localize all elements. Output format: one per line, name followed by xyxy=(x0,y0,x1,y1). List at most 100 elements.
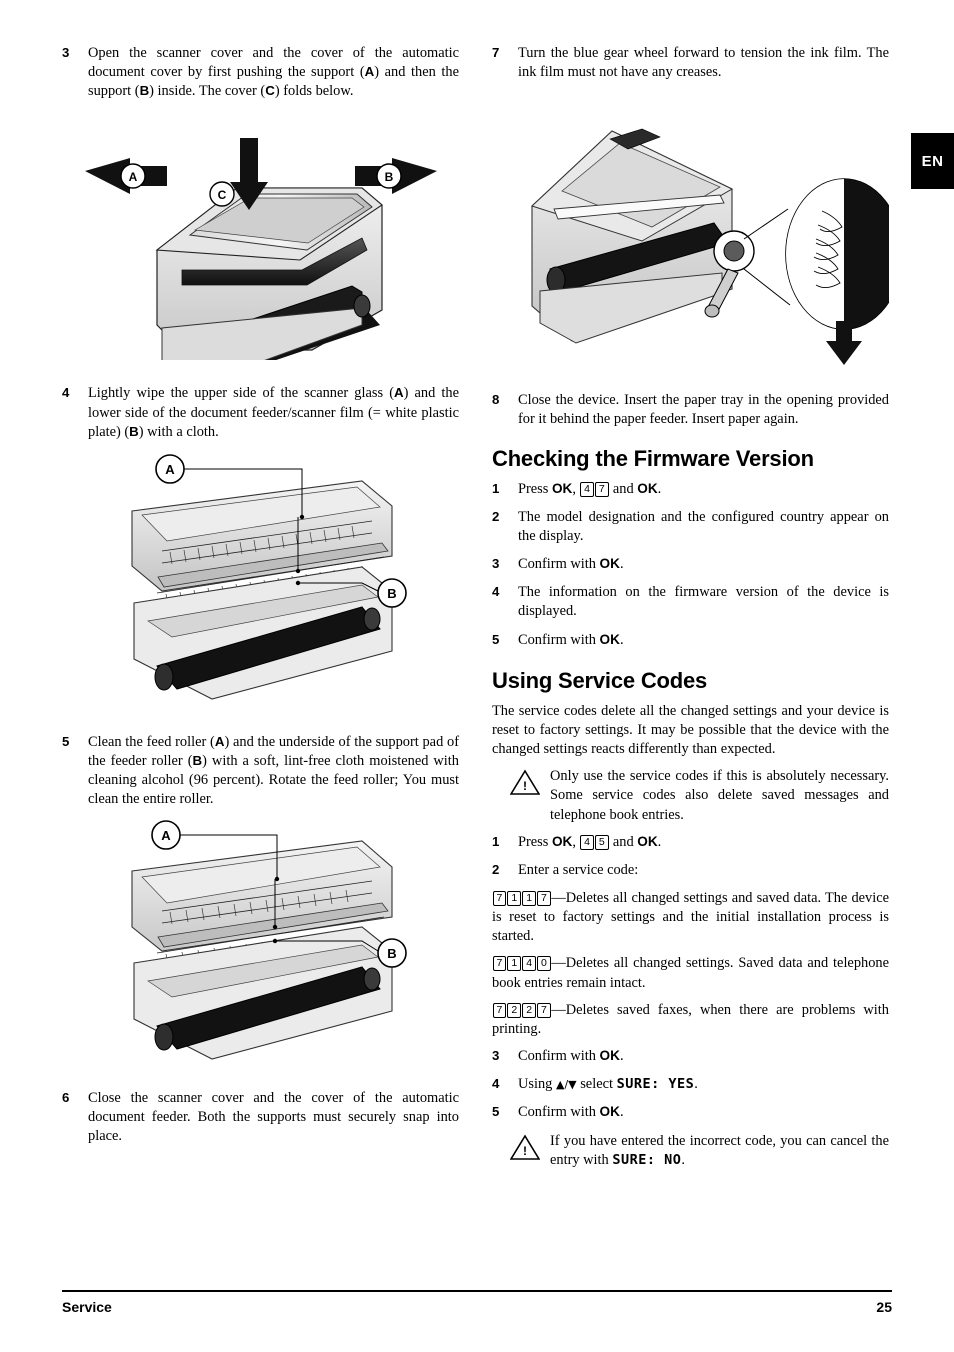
display-sure-yes: SURE: YES xyxy=(616,1076,695,1093)
ok-key-label: OK xyxy=(551,833,573,849)
firmware-step-2-text: The model designation and the configured… xyxy=(518,508,889,544)
ok-key-label: OK xyxy=(637,833,658,849)
key-7: 7 xyxy=(492,1002,507,1018)
step-4-number: 4 xyxy=(62,385,70,401)
firmware-step-4: 4 The information on the firmware versio… xyxy=(492,583,889,621)
ok-key-label: OK xyxy=(637,480,658,496)
label-ref-b: B xyxy=(129,423,139,439)
key-1: 1 xyxy=(507,956,522,972)
service-step-4-number: 4 xyxy=(492,1076,500,1092)
key-4: 4 xyxy=(580,834,594,850)
keypad-sequence-7140: 7140 xyxy=(492,955,551,972)
firmware-step-4-text: The information on the firmware version … xyxy=(518,584,889,620)
footer-page-number: 25 xyxy=(876,1299,892,1315)
label-ref-c: C xyxy=(265,83,275,99)
key-7: 7 xyxy=(492,890,507,906)
service-code-7140-desc: —Deletes all changed settings. Saved dat… xyxy=(492,955,889,991)
warning-note-1: ! Only use the service codes if this is … xyxy=(506,767,889,824)
figure-scanner-open-abc: A B C xyxy=(85,138,437,361)
up-down-arrows-icon: ▲/▼ xyxy=(555,1078,577,1092)
step-8-number: 8 xyxy=(492,392,500,408)
svg-text:!: ! xyxy=(523,1144,527,1158)
firmware-step-5-number: 5 xyxy=(492,631,500,647)
service-codes-intro: The service codes delete all the changed… xyxy=(492,702,889,758)
warning-note-1-text: Only use the service codes if this is ab… xyxy=(550,768,889,823)
key-1: 1 xyxy=(507,890,522,906)
firmware-step-2-number: 2 xyxy=(492,508,500,524)
key-7: 7 xyxy=(537,1002,551,1018)
key-0: 0 xyxy=(537,956,551,972)
step-6-text: Close the scanner cover and the cover of… xyxy=(88,1089,459,1144)
step-3-number: 3 xyxy=(62,45,70,60)
ok-key-label: OK xyxy=(599,556,620,572)
step-5-text: Clean the feed roller (A) and the unders… xyxy=(88,733,459,808)
warning-note-2: ! If you have entered the incorrect code… xyxy=(506,1132,889,1170)
figure3-label-a: A xyxy=(129,170,138,184)
ok-key-label: OK xyxy=(599,1104,620,1120)
key-1: 1 xyxy=(522,890,537,906)
service-step-4: 4 Using ▲/▼ select SURE: YES. xyxy=(492,1075,889,1094)
key-7: 7 xyxy=(537,890,551,906)
figure5-label-a: A xyxy=(161,828,171,843)
step-3-text: Open the scanner cover and the cover of … xyxy=(88,45,459,100)
service-step-3-number: 3 xyxy=(492,1048,500,1064)
key-5: 5 xyxy=(594,834,609,850)
service-step-2: 2 Enter a service code: xyxy=(492,861,889,880)
service-code-7117-desc: —Deletes all changed settings and saved … xyxy=(492,889,889,945)
firmware-step-1: 1 Press OK, 47 and OK. xyxy=(492,480,889,499)
service-step-1: 1 Press OK, 45 and OK. xyxy=(492,833,889,852)
key-4: 4 xyxy=(580,481,594,497)
key-2: 2 xyxy=(507,1002,522,1018)
step-4-text: Lightly wipe the upper side of the scann… xyxy=(88,385,459,440)
ok-key-label: OK xyxy=(599,631,620,647)
ok-key-label: OK xyxy=(551,480,573,496)
service-code-7227: 7 2 2 7 —Deletes saved faxes, when there are… xyxy=(492,1001,889,1039)
language-tab-en: EN xyxy=(911,133,954,189)
label-ref-a: A xyxy=(364,64,375,80)
service-code-7227-desc: —Deletes saved faxes, when there are pro… xyxy=(492,1001,889,1037)
figure3-label-b: B xyxy=(385,170,394,184)
step-7-text: Turn the blue gear wheel forward to tens… xyxy=(518,45,889,81)
key-4: 4 xyxy=(522,956,537,972)
key-7: 7 xyxy=(594,481,609,497)
service-step-3-text: Confirm with OK. xyxy=(518,1048,624,1065)
step-7: 7 Turn the blue gear wheel forward to te… xyxy=(492,44,889,82)
figure-feed-roller-ab: A B xyxy=(131,819,407,1060)
firmware-step-5-text: Confirm with OK. xyxy=(518,631,624,648)
step-8-text: Close the device. Insert the paper tray … xyxy=(518,392,889,428)
firmware-step-5: 5 Confirm with OK. xyxy=(492,631,889,650)
svg-text:!: ! xyxy=(523,779,527,793)
step-4: 4 Lightly wipe the upper side of the sca… xyxy=(62,384,459,441)
footer-divider xyxy=(62,1290,892,1292)
ok-key-label: OK xyxy=(599,1048,620,1064)
label-ref-a: A xyxy=(214,733,225,749)
firmware-step-2: 2 The model designation and the configur… xyxy=(492,508,889,546)
warning-note-2-post: . xyxy=(681,1151,685,1168)
firmware-step-1-number: 1 xyxy=(492,480,500,496)
step-3: 3 Open the scanner cover and the cover o… xyxy=(62,44,459,101)
warning-note-2-pre: If you have entered the incorrect code, … xyxy=(550,1132,889,1168)
step-8: 8 Close the device. Insert the paper tra… xyxy=(492,391,889,429)
label-ref-b: B xyxy=(192,753,203,769)
figure4-label-b: B xyxy=(387,586,396,601)
figure4-label-a: A xyxy=(165,462,175,477)
step-7-number: 7 xyxy=(492,45,500,60)
figure5-label-b: B xyxy=(387,946,396,961)
warning-note-2-text: If you have entered the incorrect code, … xyxy=(550,1133,889,1168)
right-column: 7 Turn the blue gear wheel forward to te… xyxy=(492,44,889,1178)
figure-ink-film-gear-wheel xyxy=(531,128,889,366)
manual-page: EN 3 Open the scanner cover and the cove… xyxy=(0,0,954,1352)
left-column: 3 Open the scanner cover and the cover o… xyxy=(62,44,459,1155)
service-code-7140: 7 1 4 0 —Deletes all changed settings. Saved… xyxy=(492,954,889,992)
keypad-sequence-47: 47 xyxy=(580,481,610,497)
label-ref-b: B xyxy=(139,83,150,99)
service-step-5: 5 Confirm with OK. xyxy=(492,1103,889,1122)
keypad-sequence-7117: 7117 xyxy=(492,890,551,906)
language-tab-label: EN xyxy=(921,152,944,170)
firmware-step-4-number: 4 xyxy=(492,584,500,600)
figure-scanner-glass-ab: A B xyxy=(131,454,407,700)
step-5: 5 Clean the feed roller (A) and the unde… xyxy=(62,733,459,810)
heading-using-service-codes: Using Service Codes xyxy=(492,667,708,693)
footer-section-label: Service xyxy=(62,1299,112,1315)
heading-checking-firmware-version: Checking the Firmware Version xyxy=(492,445,814,471)
